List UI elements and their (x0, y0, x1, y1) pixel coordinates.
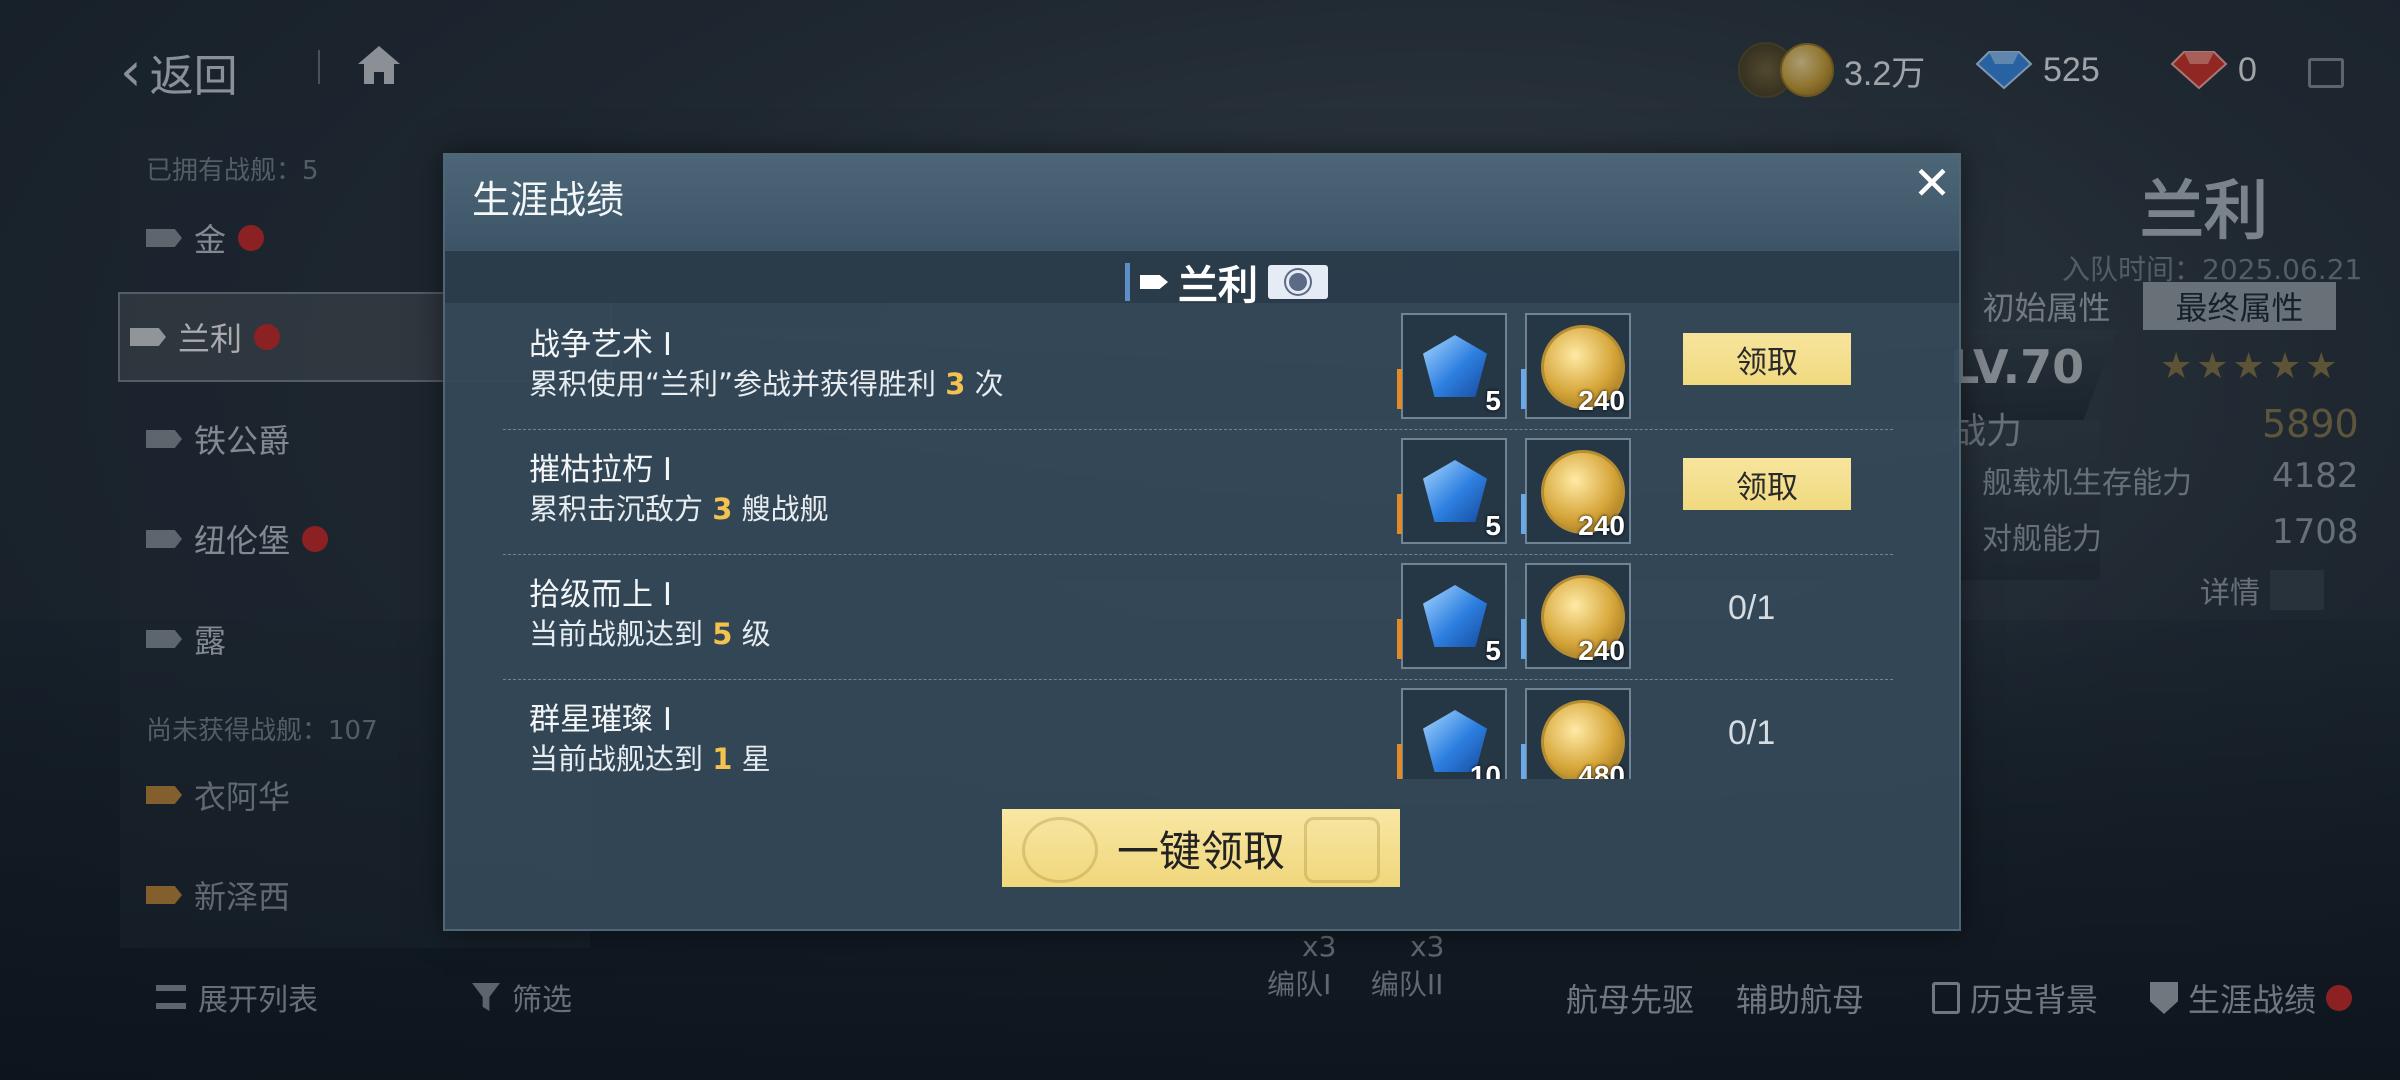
blue-gem-icon (1423, 585, 1487, 647)
achievement-desc: 当前战舰达到 1 星 (529, 742, 771, 776)
rarity-bar (1521, 619, 1526, 659)
nation-flag-icon (1268, 265, 1328, 299)
career-record-modal: 生涯战绩 ✕ 兰利 战争艺术 I 累积使用“兰利”参战并获得胜利 3 次 5 2… (443, 153, 1961, 931)
reward-gem[interactable]: 10 (1397, 688, 1507, 779)
reward-coin[interactable]: 240 (1521, 438, 1631, 544)
blue-gem-icon (1423, 335, 1487, 397)
decorative-emblem (1022, 817, 1098, 883)
blue-gem-icon (1423, 460, 1487, 522)
claim-all-button[interactable]: 一键领取 (1002, 809, 1400, 887)
achievement-row: 战争艺术 I 累积使用“兰利”参战并获得胜利 3 次 5 240 领取 (503, 305, 1893, 430)
achievement-desc: 当前战舰达到 5 级 (529, 617, 771, 651)
rarity-bar (1521, 494, 1526, 534)
achievement-title: 群星璀璨 I (529, 702, 672, 738)
reward-gem[interactable]: 5 (1397, 313, 1507, 419)
claim-button[interactable]: 领取 (1683, 458, 1851, 510)
claim-button[interactable]: 领取 (1683, 333, 1851, 385)
achievement-row: 群星璀璨 I 当前战舰达到 1 星 10 480 0/1 (503, 680, 1893, 779)
rarity-bar (1521, 369, 1526, 409)
ship-type-icon (1140, 275, 1168, 289)
achievement-title: 战争艺术 I (529, 327, 672, 363)
reward-coin[interactable]: 480 (1521, 688, 1631, 779)
achievement-title: 拾级而上 I (529, 577, 672, 613)
decorative-emblem (1304, 817, 1380, 883)
close-icon[interactable]: ✕ (1910, 160, 1954, 206)
modal-ship-name: 兰利 (1125, 253, 1328, 311)
rarity-bar (1521, 744, 1526, 779)
reward-coin[interactable]: 240 (1521, 313, 1631, 419)
achievement-list[interactable]: 战争艺术 I 累积使用“兰利”参战并获得胜利 3 次 5 240 领取 摧枯拉朽… (445, 305, 1959, 779)
achievement-row: 摧枯拉朽 I 累积击沉敌方 3 艘战舰 5 240 领取 (503, 430, 1893, 555)
reward-gem[interactable]: 5 (1397, 438, 1507, 544)
achievement-row: 拾级而上 I 当前战舰达到 5 级 5 240 0/1 (503, 555, 1893, 680)
rarity-bar (1397, 619, 1402, 659)
rarity-bar (1397, 494, 1402, 534)
achievement-progress: 0/1 (1728, 589, 1776, 627)
rarity-bar (1397, 744, 1402, 779)
modal-title: 生涯战绩 (472, 178, 625, 222)
achievement-desc: 累积击沉敌方 3 艘战舰 (529, 492, 829, 526)
accent-bar (1125, 263, 1130, 301)
achievement-title: 摧枯拉朽 I (529, 452, 672, 488)
achievement-desc: 累积使用“兰利”参战并获得胜利 3 次 (529, 367, 1004, 401)
achievement-progress: 0/1 (1728, 714, 1776, 752)
reward-gem[interactable]: 5 (1397, 563, 1507, 669)
rarity-bar (1397, 369, 1402, 409)
modal-header (445, 155, 1959, 251)
reward-coin[interactable]: 240 (1521, 563, 1631, 669)
